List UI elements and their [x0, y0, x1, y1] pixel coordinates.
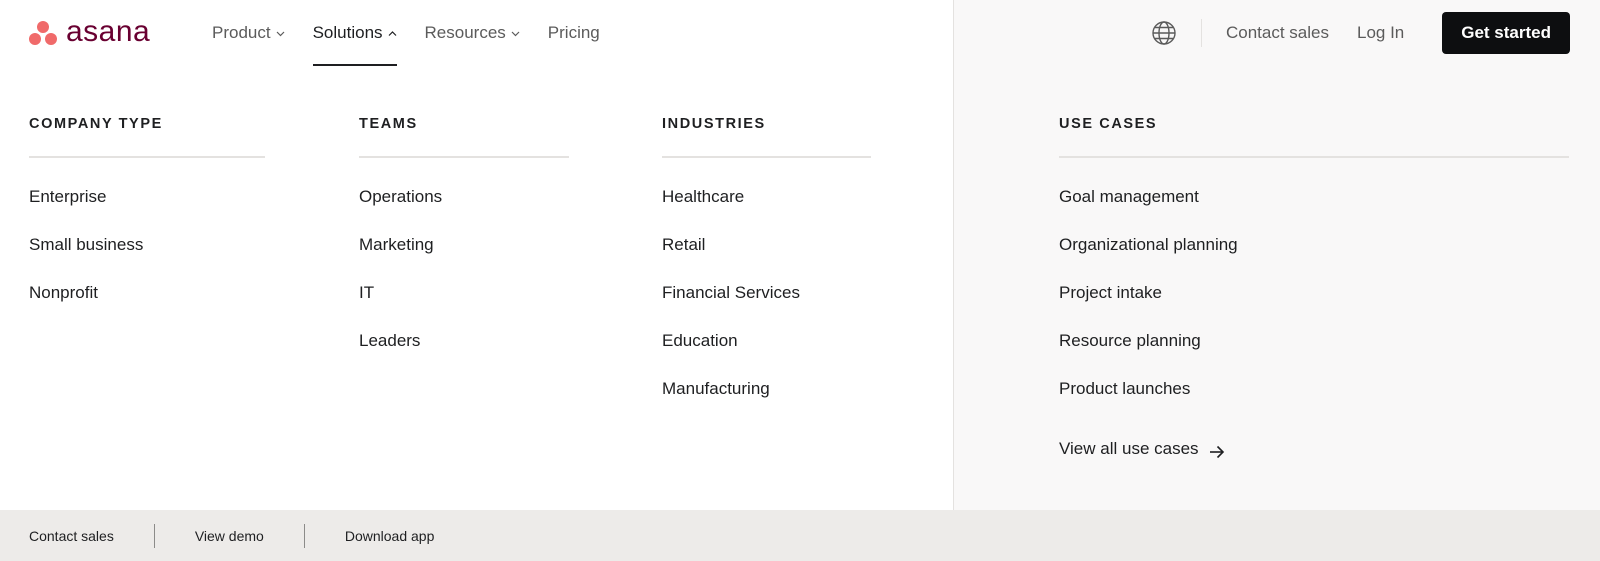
footer-view-demo-link[interactable]: View demo	[195, 528, 264, 544]
chevron-down-icon	[511, 29, 520, 38]
view-all-label: View all use cases	[1059, 439, 1199, 458]
asana-wordmark: asana	[66, 15, 151, 48]
globe-icon[interactable]	[1151, 20, 1177, 46]
column-heading: TEAMS	[359, 116, 569, 158]
nav-item-product[interactable]: Product	[212, 0, 285, 66]
menu-item-marketing[interactable]: Marketing	[359, 233, 569, 281]
menu-item-enterprise[interactable]: Enterprise	[29, 185, 265, 233]
nav-item-solutions[interactable]: Solutions	[312, 0, 397, 66]
log-in-link[interactable]: Log In	[1357, 23, 1404, 43]
menu-item-goal-management[interactable]: Goal management	[1059, 185, 1569, 233]
column-heading: INDUSTRIES	[662, 116, 871, 158]
view-all-use-cases-link[interactable]: View all use cases	[1059, 425, 1569, 473]
menu-item-resource-planning[interactable]: Resource planning	[1059, 329, 1569, 377]
menu-item-project-intake[interactable]: Project intake	[1059, 281, 1569, 329]
menu-item-operations[interactable]: Operations	[359, 185, 569, 233]
top-navigation: asana Product Solutions Resources Pricin…	[0, 0, 1600, 66]
menu-item-leaders[interactable]: Leaders	[359, 329, 569, 377]
footer-download-app-link[interactable]: Download app	[345, 528, 435, 544]
chevron-up-icon	[388, 29, 397, 38]
asana-dots-icon	[28, 19, 58, 47]
company-type-column: COMPANY TYPE Enterprise Small business N…	[29, 116, 265, 329]
column-heading: USE CASES	[1059, 116, 1569, 158]
menu-item-manufacturing[interactable]: Manufacturing	[662, 377, 871, 425]
footer-divider	[153, 523, 155, 548]
use-cases-column: USE CASES Goal management Organizational…	[1059, 116, 1569, 473]
nav-item-resources[interactable]: Resources	[425, 0, 520, 66]
nav-item-pricing[interactable]: Pricing	[548, 0, 600, 66]
chevron-down-icon	[276, 29, 285, 38]
asana-logo[interactable]: asana	[28, 15, 151, 48]
main-nav: Product Solutions Resources Pricing	[212, 0, 628, 66]
contact-sales-link[interactable]: Contact sales	[1226, 23, 1329, 43]
industries-column: INDUSTRIES Healthcare Retail Financial S…	[662, 116, 871, 425]
menu-footer-bar: Contact sales View demo Download app	[0, 510, 1600, 561]
menu-item-education[interactable]: Education	[662, 329, 871, 377]
menu-item-healthcare[interactable]: Healthcare	[662, 185, 871, 233]
menu-item-organizational-planning[interactable]: Organizational planning	[1059, 233, 1569, 281]
nav-item-label: Pricing	[547, 23, 600, 42]
menu-item-it[interactable]: IT	[359, 281, 569, 329]
footer-divider	[303, 523, 305, 548]
footer-contact-sales-link[interactable]: Contact sales	[29, 528, 114, 544]
menu-item-financial-services[interactable]: Financial Services	[662, 281, 871, 329]
arrow-right-icon	[1209, 442, 1225, 459]
column-heading: COMPANY TYPE	[29, 116, 265, 158]
nav-item-label: Solutions	[312, 23, 383, 42]
nav-item-label: Product	[212, 23, 271, 42]
nav-item-label: Resources	[424, 23, 506, 42]
menu-item-product-launches[interactable]: Product launches	[1059, 377, 1569, 425]
header-actions: Contact sales Log In Get started	[1151, 0, 1570, 66]
get-started-button[interactable]: Get started	[1442, 12, 1570, 54]
teams-column: TEAMS Operations Marketing IT Leaders	[359, 116, 569, 377]
menu-item-small-business[interactable]: Small business	[29, 233, 265, 281]
menu-item-retail[interactable]: Retail	[662, 233, 871, 281]
menu-item-nonprofit[interactable]: Nonprofit	[29, 281, 265, 329]
header-divider	[1200, 19, 1202, 47]
